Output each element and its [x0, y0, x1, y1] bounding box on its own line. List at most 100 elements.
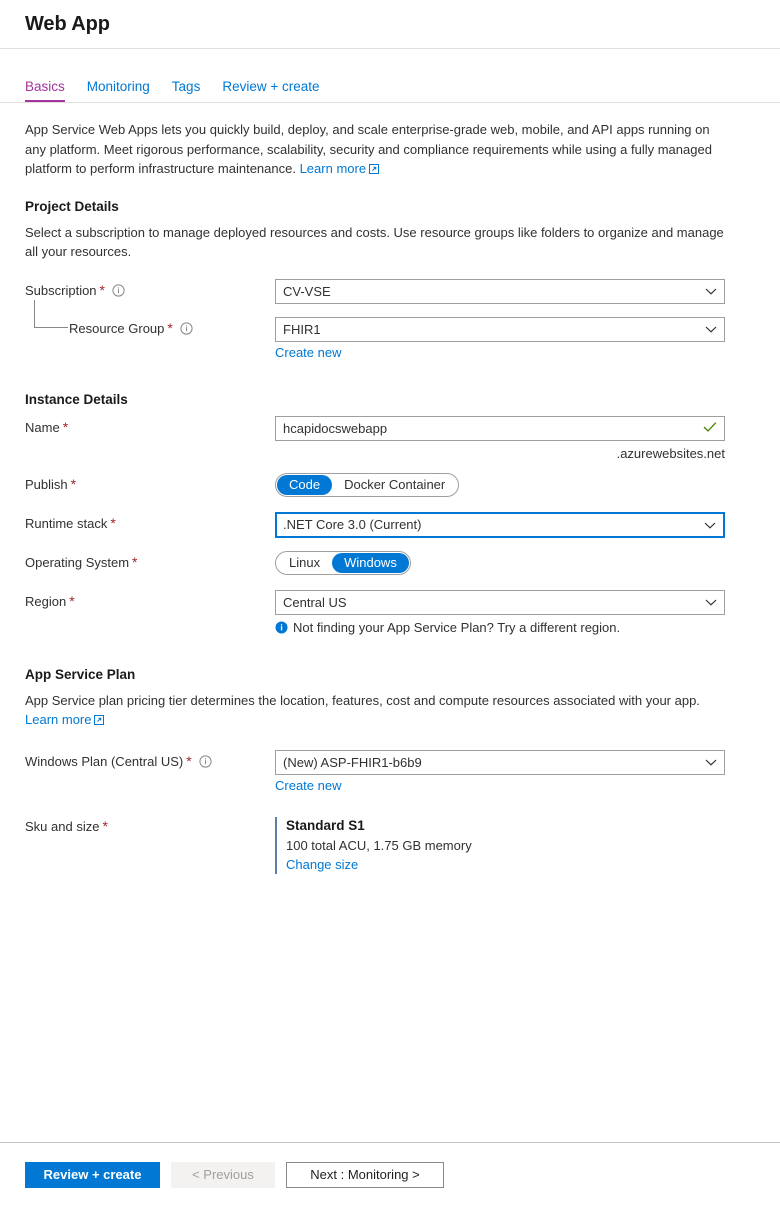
name-value: hcapidocswebapp	[283, 420, 388, 436]
windows-plan-required-mark: *	[186, 753, 192, 769]
publish-label: Publish	[25, 476, 68, 492]
app-service-plan-description-text: App Service plan pricing tier determines…	[25, 692, 700, 708]
subscription-select[interactable]: CV-VSE	[275, 278, 725, 304]
windows-plan-field: (New) ASP-FHIR1-b6b9 Create new	[275, 749, 755, 793]
name-domain-suffix: .azurewebsites.net	[616, 445, 725, 461]
tabstrip: Basics Monitoring Tags Review + create	[0, 49, 780, 103]
region-row: Region * Central US Not finding your App…	[25, 589, 755, 635]
app-service-plan-description: App Service plan pricing tier determines…	[25, 691, 725, 730]
windows-plan-create-new-link[interactable]: Create new	[275, 778, 341, 793]
external-link-icon	[94, 711, 105, 730]
info-circle-outline-icon[interactable]	[112, 283, 125, 297]
resource-group-label-wrap: Resource Group *	[25, 299, 275, 336]
subscription-row: Subscription * CV-VSE	[25, 278, 755, 305]
region-select[interactable]: Central US	[275, 589, 725, 615]
info-circle-outline-icon[interactable]	[199, 754, 212, 768]
windows-plan-row: Windows Plan (Central US) * (New) ASP-FH…	[25, 749, 755, 793]
checkmark-icon	[703, 421, 717, 436]
windows-plan-label: Windows Plan (Central US)	[25, 753, 184, 769]
region-label: Region	[25, 593, 67, 609]
info-circle-filled-icon	[275, 621, 288, 634]
resource-group-select[interactable]: FHIR1	[275, 316, 725, 342]
operating-system-label-wrap: Operating System *	[25, 551, 275, 570]
region-hint: Not finding your App Service Plan? Try a…	[275, 620, 755, 635]
runtime-stack-value: .NET Core 3.0 (Current)	[283, 517, 422, 532]
info-circle-outline-icon[interactable]	[180, 321, 193, 335]
previous-button[interactable]: < Previous	[171, 1161, 275, 1188]
windows-plan-select[interactable]: (New) ASP-FHIR1-b6b9	[275, 749, 725, 775]
publish-option-code[interactable]: Code	[277, 474, 333, 495]
app-service-plan-learn-more-link[interactable]: Learn more	[25, 711, 105, 730]
operating-system-option-windows[interactable]: Windows	[332, 552, 409, 573]
tab-review-create[interactable]: Review + create	[222, 79, 319, 103]
publish-required-mark: *	[70, 476, 77, 492]
chevron-down-icon	[705, 322, 717, 337]
learn-more-label: Learn more	[25, 711, 92, 727]
publish-choice-group: Code Docker Container	[275, 472, 460, 497]
runtime-stack-label-wrap: Runtime stack *	[25, 512, 275, 531]
review-create-button[interactable]: Review + create	[25, 1161, 160, 1188]
region-hint-text: Not finding your App Service Plan? Try a…	[293, 619, 621, 635]
external-link-icon	[369, 160, 380, 180]
name-row: Name * hcapidocswebapp .azurewebsites.ne…	[25, 415, 755, 461]
sku-name: Standard S1	[286, 817, 365, 833]
publish-option-docker-container[interactable]: Docker Container	[332, 475, 457, 495]
windows-plan-value: (New) ASP-FHIR1-b6b9	[283, 754, 422, 770]
operating-system-label: Operating System	[25, 554, 130, 570]
subscription-label-wrap: Subscription *	[25, 279, 275, 298]
page-header: Web App	[0, 0, 780, 49]
tab-basics[interactable]: Basics	[25, 79, 65, 102]
chevron-down-icon	[704, 517, 716, 532]
intro-paragraph: App Service Web Apps lets you quickly bu…	[25, 120, 715, 180]
name-field: hcapidocswebapp .azurewebsites.net	[275, 415, 755, 461]
subscription-required-mark: *	[99, 282, 105, 298]
operating-system-field: Linux Windows	[275, 550, 755, 575]
sku-and-size-label-wrap: Sku and size *	[25, 817, 275, 834]
runtime-stack-required-mark: *	[110, 515, 116, 531]
publish-row: Publish * Code Docker Container	[25, 472, 755, 499]
sku-and-size-required-mark: *	[102, 818, 108, 834]
resource-group-row: Resource Group * FHIR1 Create new	[25, 299, 755, 360]
region-value: Central US	[283, 594, 347, 610]
project-details-description: Select a subscription to manage deployed…	[25, 224, 724, 259]
resource-group-value: FHIR1	[283, 321, 321, 337]
name-required-mark: *	[62, 419, 69, 435]
tab-monitoring[interactable]: Monitoring	[87, 79, 150, 103]
instance-details-title: Instance Details	[25, 391, 128, 407]
intro-learn-more-link[interactable]: Learn more	[299, 161, 380, 176]
subscription-label: Subscription	[25, 282, 97, 298]
chevron-down-icon	[705, 755, 717, 770]
sku-and-size-label: Sku and size	[25, 818, 100, 834]
name-input[interactable]: hcapidocswebapp	[275, 415, 725, 441]
change-size-link[interactable]: Change size	[286, 857, 358, 872]
sku-and-size-field: Standard S1 100 total ACU, 1.75 GB memor…	[275, 816, 755, 874]
region-required-mark: *	[69, 593, 75, 609]
resource-group-required-mark: *	[167, 320, 173, 336]
publish-label-wrap: Publish *	[25, 473, 275, 492]
sku-spec: 100 total ACU, 1.75 GB memory	[286, 837, 472, 853]
runtime-stack-select[interactable]: .NET Core 3.0 (Current)	[275, 511, 725, 538]
tree-connector-line	[34, 299, 68, 328]
tab-tags[interactable]: Tags	[172, 79, 201, 103]
region-label-wrap: Region *	[25, 590, 275, 609]
footer-action-bar: Review + create < Previous Next : Monito…	[0, 1142, 780, 1206]
operating-system-choice-group: Linux Windows	[275, 550, 411, 575]
resource-group-label: Resource Group	[69, 320, 165, 336]
learn-more-label: Learn more	[299, 161, 367, 176]
next-monitoring-button[interactable]: Next : Monitoring >	[286, 1161, 444, 1188]
project-details-title: Project Details	[25, 198, 119, 214]
region-field: Central US Not finding your App Service …	[275, 589, 755, 635]
chevron-down-icon	[705, 595, 717, 610]
runtime-stack-field: .NET Core 3.0 (Current)	[275, 511, 755, 538]
runtime-stack-row: Runtime stack * .NET Core 3.0 (Current)	[25, 511, 755, 538]
operating-system-required-mark: *	[132, 554, 138, 570]
subscription-value: CV-VSE	[283, 283, 331, 299]
chevron-down-icon	[705, 284, 717, 299]
resource-group-field: FHIR1 Create new	[275, 316, 755, 360]
sku-and-size-row: Sku and size * Standard S1 100 total ACU…	[25, 816, 755, 874]
resource-group-create-new-link[interactable]: Create new	[275, 345, 341, 360]
operating-system-option-linux[interactable]: Linux	[277, 553, 332, 573]
windows-plan-label-wrap: Windows Plan (Central US) *	[25, 750, 275, 769]
